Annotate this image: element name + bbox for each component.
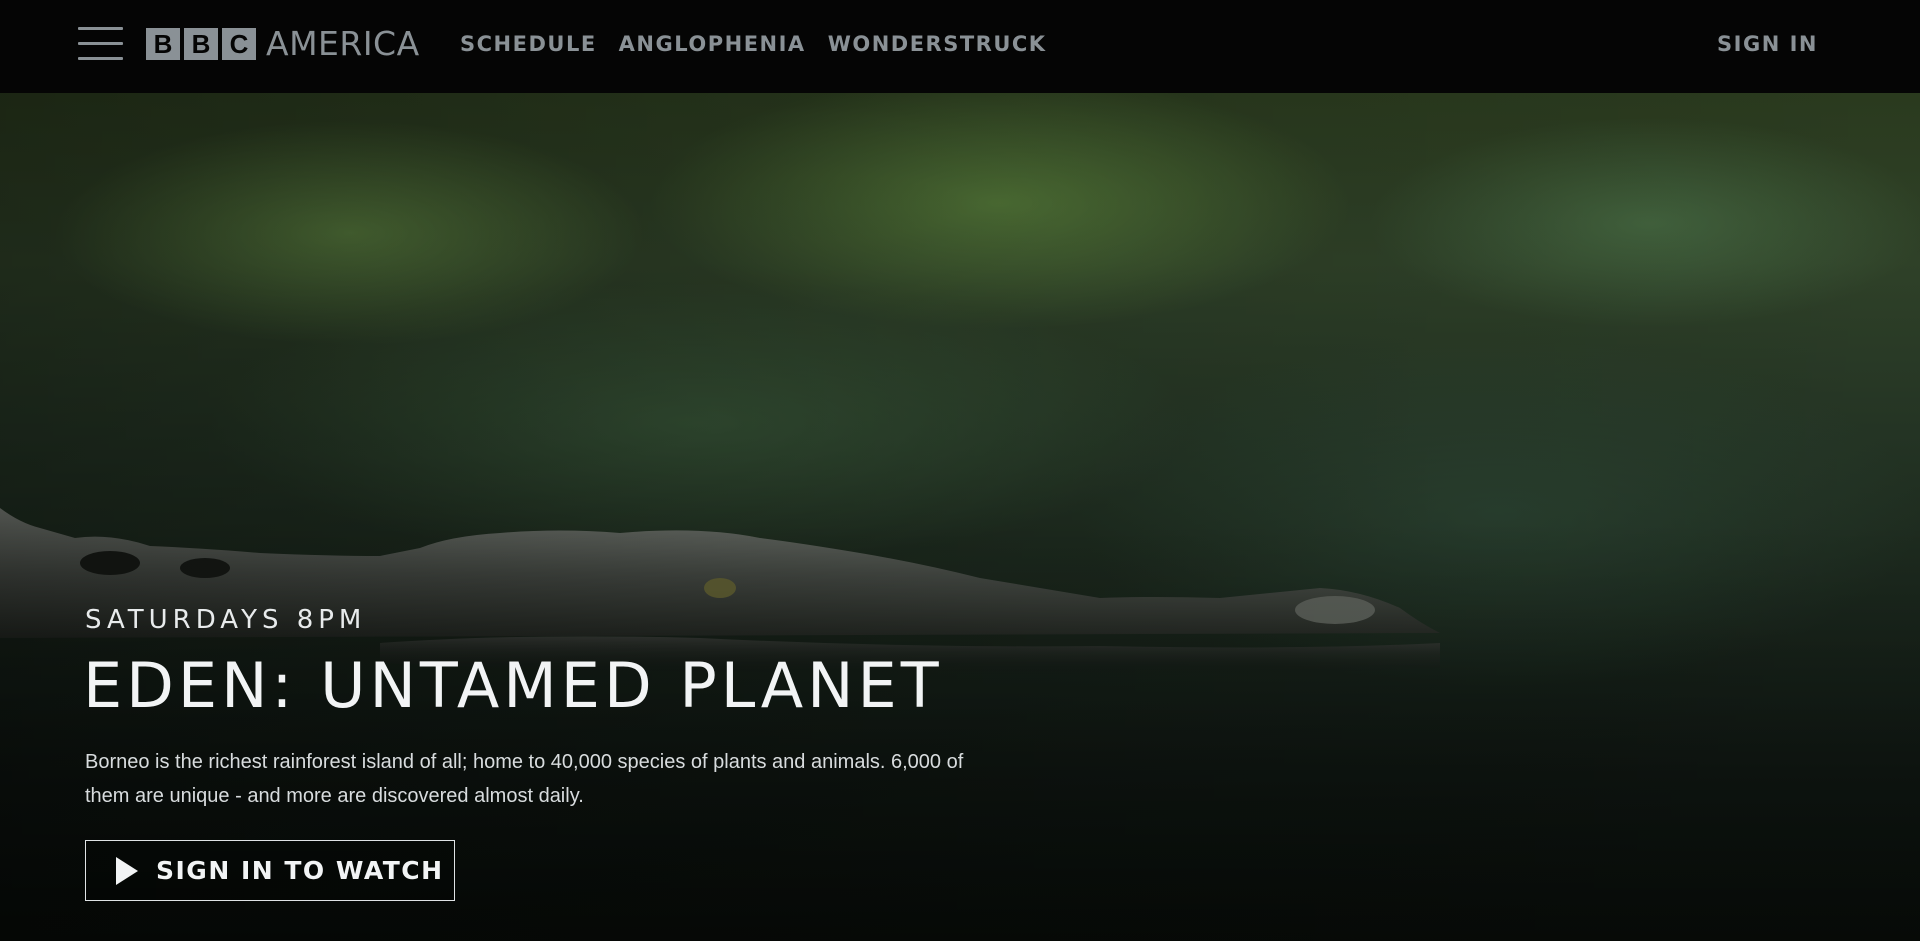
play-icon	[116, 856, 138, 885]
nav-link-wonderstruck[interactable]: WONDERSTRUCK	[828, 29, 1047, 59]
show-description: Borneo is the richest rainforest island …	[85, 751, 964, 807]
logo-block-b1: B	[146, 28, 180, 60]
watch-button-label: SIGN IN TO WATCH	[156, 856, 444, 885]
top-navigation-bar: B B C AMERICA SCHEDULE ANGLOPHENIA WONDE…	[0, 0, 1920, 93]
sign-in-link[interactable]: SIGN IN	[1717, 29, 1818, 59]
logo-block-b2: B	[184, 28, 218, 60]
airtime-label: SATURDAYS 8PM	[85, 605, 367, 635]
sign-in-to-watch-button[interactable]: SIGN IN TO WATCH	[85, 840, 455, 901]
hero-shade-overlay	[0, 93, 1920, 941]
nav-link-anglophenia[interactable]: ANGLOPHENIA	[619, 29, 806, 59]
logo-word: AMERICA	[266, 24, 420, 63]
main-nav: SCHEDULE ANGLOPHENIA WONDERSTRUCK	[460, 29, 1069, 59]
bbc-america-logo[interactable]: B B C AMERICA	[146, 24, 420, 63]
hamburger-menu-icon[interactable]	[78, 27, 123, 61]
nav-link-schedule[interactable]: SCHEDULE	[460, 29, 597, 59]
hero-banner	[0, 93, 1920, 941]
logo-block-c: C	[222, 28, 256, 60]
show-title: EDEN: UNTAMED PLANET	[83, 649, 943, 722]
